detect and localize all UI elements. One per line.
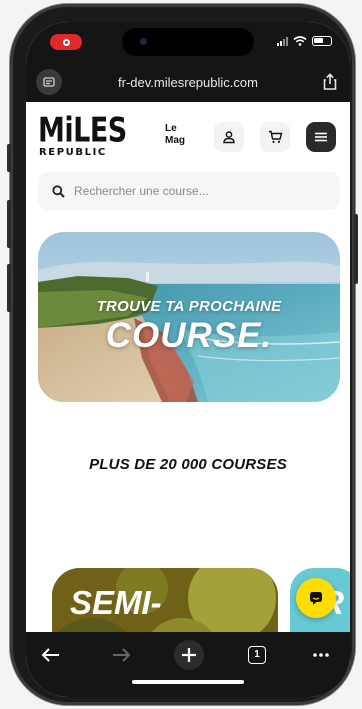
account-button[interactable] [214, 122, 244, 152]
logo-text-top: MiLES [38, 111, 127, 151]
wifi-icon [293, 36, 307, 46]
cart-button[interactable] [260, 122, 290, 152]
site-header: MiLES REPUBLIC Le Mag [26, 102, 350, 172]
silent-switch [7, 144, 11, 172]
plus-icon [182, 648, 196, 662]
battery-icon [312, 36, 332, 46]
menu-button[interactable] [306, 122, 336, 152]
volume-down-button [7, 264, 11, 312]
url-text[interactable]: fr-dev.milesrepublic.com [66, 75, 310, 90]
lighthouse [146, 272, 149, 281]
camera-icon [140, 38, 147, 45]
user-icon [223, 131, 235, 144]
screenshot-stage: fr-dev.milesrepublic.com MiLES REPUBLIC … [0, 0, 362, 709]
tab-count: 1 [254, 649, 260, 660]
dynamic-island [122, 28, 254, 56]
le-mag-link[interactable]: Le Mag [165, 123, 185, 147]
logo-text-bottom: REPUBLIC [39, 147, 107, 158]
record-icon [62, 38, 70, 46]
back-button[interactable] [36, 640, 66, 670]
le-mag-line1: Le [165, 123, 177, 134]
category-card-label: SEMI- [70, 584, 162, 621]
miles-republic-logo[interactable]: MiLES REPUBLIC [38, 111, 130, 158]
course-count-heading: PLUS DE 20 000 COURSES [89, 456, 287, 473]
hero-banner[interactable]: TROUVE TA PROCHAINE COURSE. [38, 232, 340, 402]
status-icons [277, 36, 332, 46]
phone-screen: fr-dev.milesrepublic.com MiLES REPUBLIC … [26, 22, 350, 697]
reader-mode-button[interactable] [36, 69, 62, 95]
chat-icon [310, 592, 322, 605]
new-tab-button[interactable] [174, 640, 204, 670]
volume-up-button [7, 200, 11, 248]
home-indicator[interactable] [132, 680, 244, 684]
screen-recording-indicator[interactable] [50, 34, 82, 50]
more-icon [313, 653, 329, 657]
menu-icon [315, 132, 327, 142]
forward-arrow-icon [113, 648, 131, 662]
hero-title-line1: TROUVE TA PROCHAINE [96, 298, 282, 315]
chat-button[interactable] [296, 578, 336, 618]
tabs-button[interactable]: 1 [242, 640, 272, 670]
back-arrow-icon [41, 648, 59, 662]
hero-title-line2: COURSE. [105, 316, 273, 355]
power-button [354, 214, 358, 284]
more-button[interactable] [306, 640, 336, 670]
search-icon [52, 184, 65, 198]
status-bar [26, 22, 350, 64]
share-icon[interactable] [320, 72, 340, 92]
cart-icon [268, 130, 282, 143]
browser-address-bar: fr-dev.milesrepublic.com [26, 64, 350, 102]
le-mag-line2: Mag [165, 135, 185, 146]
signal-icon [277, 36, 288, 46]
race-search-input[interactable]: Rechercher une course... [38, 172, 340, 210]
forward-button[interactable] [106, 640, 136, 670]
tabs-icon: 1 [248, 646, 266, 664]
search-placeholder: Rechercher une course... [74, 184, 209, 198]
browser-toolbar: 1 [26, 632, 350, 697]
reader-mode-icon [43, 77, 55, 87]
